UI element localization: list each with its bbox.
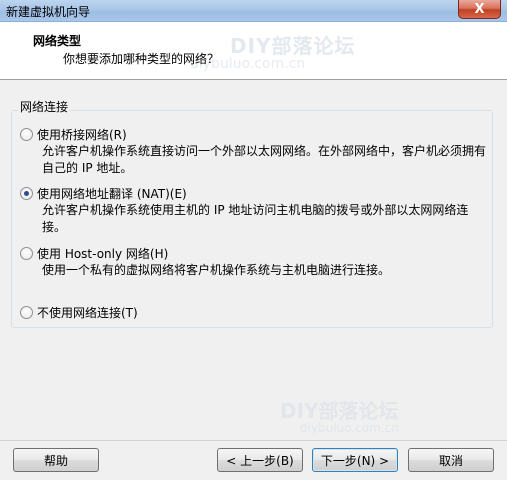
option-host-only-label[interactable]: 使用 Host-only 网络(H) [37, 245, 168, 262]
option-host-only-description: 使用一个私有的虚拟网络将客户机操作系统与主机电脑进行连接。 [42, 263, 391, 277]
close-button[interactable]: X [458, 0, 501, 19]
watermark-bottom-text: DIY部落论坛 [280, 399, 399, 423]
wizard-header: DIY部落论坛 diybuluo.com.cn 网络类型 你想要添加哪种类型的网… [0, 22, 507, 80]
page-title: 网络类型 [33, 34, 82, 48]
radio-no-network[interactable] [20, 306, 33, 319]
radio-bridged[interactable] [20, 128, 33, 141]
radio-host-only[interactable] [20, 247, 33, 260]
option-nat-description: 允许客户机操作系统使用主机的 IP 地址访问主机电脑的拨号或外部以太网网络连接。 [42, 203, 469, 234]
title-bar: 新建虚拟机向导 X [0, 0, 507, 22]
back-button[interactable]: < 上一步(B) [217, 448, 303, 472]
footer-divider [0, 440, 507, 441]
watermark-bottom-url: diybuluo.com.cn [300, 421, 399, 435]
option-bridged-description: 允许客户机操作系统直接访问一个外部以太网网络。在外部网络中，客户机必须拥有自己的… [42, 144, 487, 175]
watermark-text: DIY部落论坛 [230, 34, 356, 58]
next-button[interactable]: 下一步(N) > [312, 448, 398, 472]
option-nat-label[interactable]: 使用网络地址翻译 (NAT)(E) [37, 185, 187, 202]
window-title: 新建虚拟机向导 [6, 5, 91, 19]
option-bridged-label[interactable]: 使用桥接网络(R) [37, 126, 127, 143]
close-icon: X [474, 1, 485, 17]
page-subtitle: 你想要添加哪种类型的网络？ [63, 52, 220, 66]
group-label: 网络连接 [18, 98, 71, 115]
radio-nat[interactable] [20, 187, 33, 200]
option-no-network-label[interactable]: 不使用网络连接(T) [37, 304, 138, 321]
cancel-button[interactable]: 取消 [408, 448, 494, 472]
help-button[interactable]: 帮助 [13, 448, 99, 472]
